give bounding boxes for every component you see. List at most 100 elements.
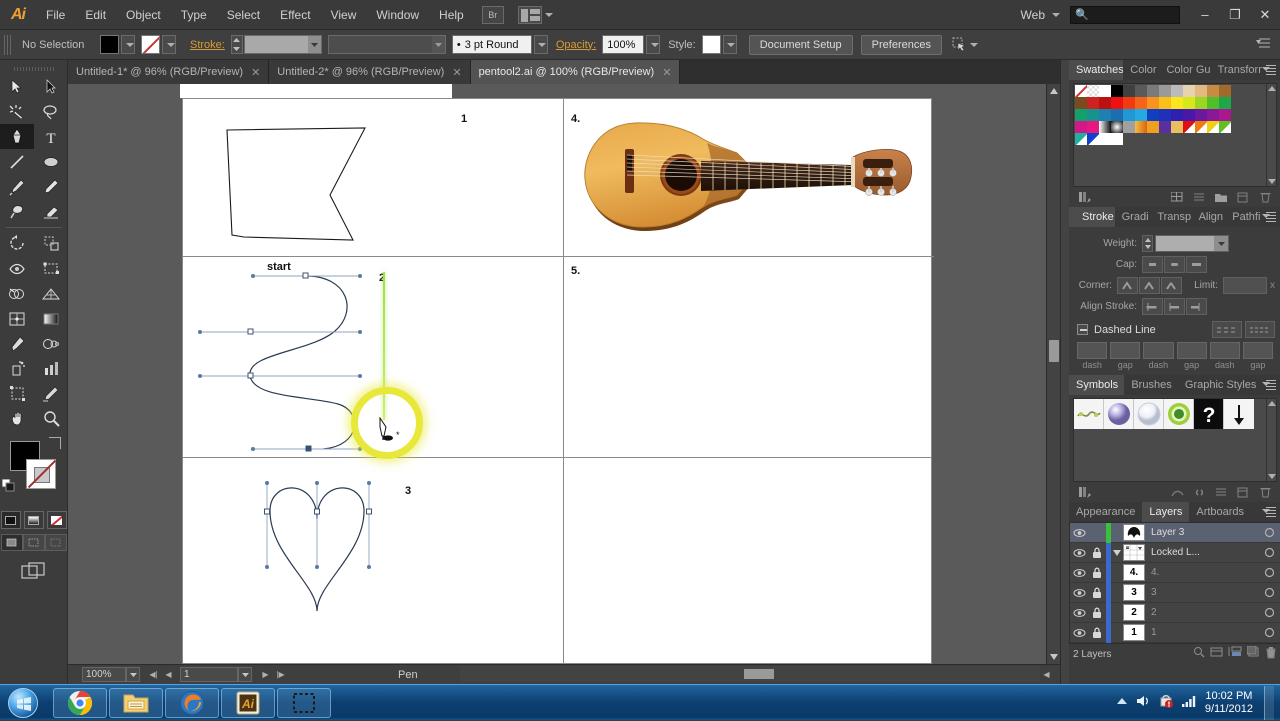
swatch-cell[interactable] xyxy=(1099,121,1111,133)
status-menu-icon[interactable]: ◀ xyxy=(1039,667,1054,682)
preserve-dash-exact-button[interactable] xyxy=(1212,321,1242,338)
swatch-cell[interactable] xyxy=(1183,109,1195,121)
scale-tool[interactable] xyxy=(34,231,68,256)
layers-list[interactable]: Layer 3 Locked L... 4. 4. 3 3 2 2 1 1 xyxy=(1069,522,1280,644)
preferences-button[interactable]: Preferences xyxy=(860,34,942,55)
arrow-down-symbol[interactable] xyxy=(1224,399,1254,429)
tab-pathfinder[interactable]: Pathfi xyxy=(1225,207,1262,227)
hand-tool[interactable] xyxy=(0,406,34,431)
document-tab-untitled-2[interactable]: Untitled-2* @ 96% (RGB/Preview) ✕ xyxy=(269,60,471,84)
weight-stepper[interactable] xyxy=(1142,235,1153,252)
document-setup-button[interactable]: Document Setup xyxy=(748,34,853,55)
dash-field-3[interactable] xyxy=(1209,342,1240,359)
dash-field-1[interactable] xyxy=(1077,342,1108,359)
swatch-none[interactable] xyxy=(1075,85,1087,97)
last-artboard-button[interactable]: |▶ xyxy=(273,667,288,682)
s-curve-path[interactable] xyxy=(183,256,563,457)
shape-builder-tool[interactable] xyxy=(0,281,34,306)
new-symbol-icon[interactable] xyxy=(1233,484,1253,500)
swatch-cell[interactable] xyxy=(1147,121,1159,133)
symbols-panel-menu-icon[interactable] xyxy=(1262,375,1280,395)
layer-row[interactable]: 11 xyxy=(1070,622,1280,643)
swatches-panel-menu-icon[interactable] xyxy=(1262,60,1280,80)
symbol-options-icon[interactable] xyxy=(1211,484,1231,500)
tab-swatches[interactable]: Swatches xyxy=(1069,60,1124,80)
guitar-image[interactable] xyxy=(563,99,934,256)
eraser-tool[interactable] xyxy=(34,199,68,224)
chevron-down-icon[interactable] xyxy=(307,36,321,53)
swatch-cell[interactable] xyxy=(1087,121,1099,133)
green-target-symbol[interactable] xyxy=(1164,399,1194,429)
swatch-cell[interactable] xyxy=(1135,85,1147,97)
vine-symbol[interactable] xyxy=(1074,399,1104,429)
none-mode-button[interactable] xyxy=(46,511,67,529)
swatch-cell[interactable] xyxy=(1183,97,1195,109)
color-mode-button[interactable] xyxy=(0,511,21,529)
chevron-down-icon[interactable] xyxy=(1052,12,1060,17)
swatch-cell[interactable] xyxy=(1099,85,1111,97)
layer-row[interactable]: Locked L... xyxy=(1070,542,1280,563)
swatch-cell[interactable] xyxy=(1159,85,1171,97)
tab-layers[interactable]: Layers xyxy=(1142,502,1190,522)
delete-symbol-icon[interactable] xyxy=(1255,484,1275,500)
tab-artboards[interactable]: Artboards xyxy=(1189,502,1252,522)
screen-mode-button[interactable] xyxy=(0,561,67,581)
polygon-shape[interactable] xyxy=(183,99,563,256)
round-cap-button[interactable] xyxy=(1164,256,1185,273)
paintbrush-tool[interactable] xyxy=(0,174,34,199)
layer-row[interactable]: Layer 3 xyxy=(1070,522,1280,543)
swatch-cell[interactable] xyxy=(1135,97,1147,109)
layers-panel-menu-icon[interactable] xyxy=(1262,502,1280,522)
close-icon[interactable]: ✕ xyxy=(662,66,671,79)
tab-graphic-styles[interactable]: Graphic Styles xyxy=(1177,375,1262,395)
selection-tool[interactable] xyxy=(0,74,34,99)
lock-icon[interactable] xyxy=(1088,627,1106,639)
action-center-icon[interactable] xyxy=(1158,694,1174,712)
fill-color-swatch[interactable] xyxy=(100,35,119,54)
gap-field-1[interactable] xyxy=(1110,342,1141,359)
swatch-registration[interactable] xyxy=(1087,85,1099,97)
gap-field-3[interactable] xyxy=(1242,342,1274,359)
tab-symbols[interactable]: Symbols xyxy=(1069,375,1125,395)
delete-swatch-icon[interactable] xyxy=(1255,189,1275,205)
dashed-line-row[interactable]: Dashed Line xyxy=(1077,321,1275,338)
previous-artboard-button[interactable]: ◀ xyxy=(161,667,176,682)
stroke-weight-stepper[interactable] xyxy=(230,35,243,54)
swatch-cell[interactable] xyxy=(1075,109,1087,121)
layer-target-circle[interactable] xyxy=(1258,547,1280,558)
menu-file[interactable]: File xyxy=(36,0,75,30)
scrollbar-thumb[interactable] xyxy=(1049,340,1059,362)
current-tool-status[interactable]: Pen xyxy=(398,669,418,681)
slice-tool[interactable] xyxy=(34,381,68,406)
opacity-label[interactable]: Opacity: xyxy=(556,39,596,51)
mozilla-firefox-taskbar-icon[interactable] xyxy=(165,687,219,718)
document-tab-untitled-1[interactable]: Untitled-1* @ 96% (RGB/Preview) ✕ xyxy=(68,60,270,84)
lasso-tool[interactable] xyxy=(34,99,68,124)
swatch-options-icon[interactable] xyxy=(1189,189,1209,205)
workspace-label[interactable]: Web xyxy=(1021,8,1045,22)
direct-selection-tool[interactable] xyxy=(34,74,68,99)
create-new-layer-icon[interactable] xyxy=(1246,645,1260,662)
layer-target-circle[interactable] xyxy=(1258,567,1280,578)
style-dropdown-arrow[interactable] xyxy=(722,35,737,54)
draw-inside-button[interactable] xyxy=(44,534,67,551)
swatch-cell[interactable] xyxy=(1207,109,1219,121)
swatch-cell[interactable] xyxy=(1207,97,1219,109)
fill-dropdown-arrow[interactable] xyxy=(121,35,135,54)
swatch-cell[interactable] xyxy=(1123,97,1135,109)
menu-help[interactable]: Help xyxy=(429,0,474,30)
swatch-cell[interactable] xyxy=(1087,97,1099,109)
align-inside-button[interactable] xyxy=(1164,298,1185,315)
visibility-eye-icon[interactable] xyxy=(1070,608,1088,618)
ellipse-tool[interactable] xyxy=(34,149,68,174)
swatch-cell[interactable] xyxy=(1135,121,1147,133)
dash-field-2[interactable] xyxy=(1143,342,1174,359)
perspective-grid-tool[interactable] xyxy=(34,281,68,306)
type-tool[interactable]: T xyxy=(34,124,68,149)
swatch-cell[interactable] xyxy=(1111,85,1123,97)
visibility-eye-icon[interactable] xyxy=(1070,628,1088,638)
swatch-cell[interactable] xyxy=(1171,109,1183,121)
tab-transparency[interactable]: Transp xyxy=(1150,207,1192,227)
menu-type[interactable]: Type xyxy=(171,0,217,30)
next-artboard-button[interactable]: ▶ xyxy=(258,667,273,682)
